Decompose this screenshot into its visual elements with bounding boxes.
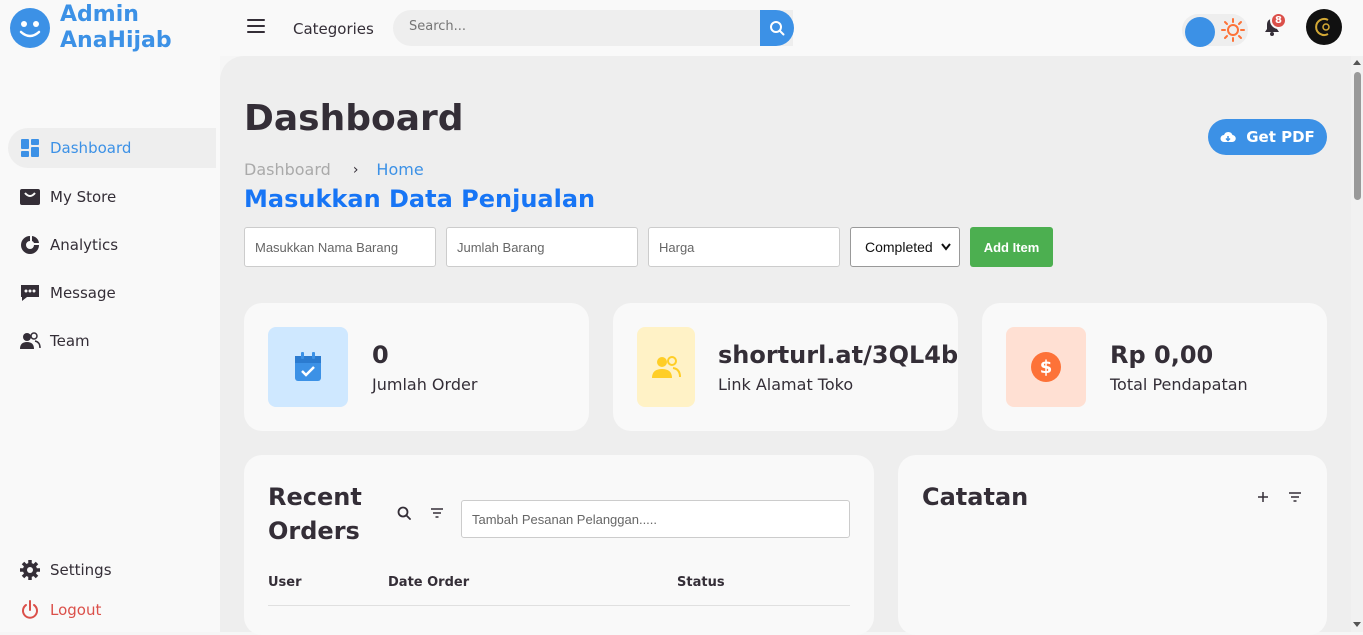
sidebar-item-label: Message — [50, 284, 116, 302]
scroll-up-arrow[interactable] — [1353, 60, 1361, 65]
menu-icon[interactable] — [247, 19, 265, 35]
recent-orders-title-line-2: Orders — [268, 517, 360, 545]
search-button[interactable] — [760, 10, 794, 46]
sales-form-title: Masukkan Data Penjualan — [244, 185, 596, 213]
sidebar-item-my-store[interactable]: My Store — [8, 177, 216, 217]
breadcrumb-home[interactable]: Home — [376, 160, 423, 179]
sidebar-item-label: Settings — [50, 561, 112, 579]
notification-badge: 8 — [1270, 12, 1287, 29]
column-header-date-order: Date Order — [388, 575, 470, 590]
sidebar-item-logout[interactable]: Logout — [8, 590, 216, 630]
smiley-logo-icon — [10, 8, 50, 48]
recent-orders-title-line-1: Recent — [268, 483, 362, 511]
chevron-down-icon — [941, 243, 951, 251]
calendar-check-icon — [268, 327, 348, 407]
store-icon — [19, 186, 41, 208]
card-label: Link Alamat Toko — [718, 375, 854, 394]
card-label: Jumlah Order — [372, 375, 478, 394]
power-icon — [19, 599, 41, 621]
brand-line-1: Admin — [60, 2, 139, 27]
team-icon — [19, 330, 41, 352]
notes-title: Catatan — [922, 483, 1029, 511]
analytics-icon — [19, 234, 41, 256]
brand[interactable]: Admin AnaHijab — [10, 2, 172, 54]
dashboard-icon — [19, 137, 41, 159]
search-input[interactable] — [409, 19, 749, 34]
table-header-divider — [268, 605, 850, 606]
sidebar-item-label: Team — [50, 332, 90, 350]
people-icon — [637, 327, 695, 407]
status-select[interactable]: Completed — [850, 227, 960, 267]
column-header-status: Status — [677, 575, 725, 590]
avatar[interactable] — [1306, 9, 1342, 45]
get-pdf-label: Get PDF — [1246, 128, 1315, 146]
chevron-right-icon: › — [352, 161, 359, 178]
stat-card-orders: 0 Jumlah Order — [244, 303, 589, 431]
sidebar-item-label: Logout — [50, 601, 102, 619]
scroll-thumb[interactable] — [1354, 72, 1361, 200]
sidebar-item-message[interactable]: Message — [8, 273, 216, 313]
status-select-value: Completed — [865, 239, 933, 255]
card-value: 0 — [372, 341, 389, 369]
profile-logo-icon — [1315, 18, 1330, 36]
card-label: Total Pendapatan — [1110, 375, 1248, 394]
quantity-field[interactable]: Jumlah Barang — [446, 227, 638, 267]
filter-icon[interactable] — [1289, 492, 1301, 502]
item-name-field[interactable]: Masukkan Nama Barang — [244, 227, 436, 267]
add-item-button[interactable]: Add Item — [970, 227, 1053, 267]
sidebar-item-label: Analytics — [50, 236, 119, 254]
search-icon — [770, 21, 785, 36]
price-field[interactable]: Harga — [648, 227, 840, 267]
search-icon[interactable] — [397, 506, 411, 520]
sidebar-item-label: My Store — [50, 188, 117, 206]
categories-link[interactable]: Categories — [293, 20, 374, 38]
top-bar: Admin AnaHijab Categories 8 — [0, 0, 1363, 56]
message-icon — [19, 282, 41, 304]
sidebar-item-settings[interactable]: Settings — [8, 550, 216, 590]
dollar-circle-icon: $ — [1006, 327, 1086, 407]
svg-text:$: $ — [1040, 357, 1053, 378]
add-customer-order-input[interactable]: Tambah Pesanan Pelanggan..... — [461, 500, 850, 538]
recent-orders-title: Recent Orders — [268, 480, 362, 548]
sidebar-item-dashboard[interactable]: Dashboard — [8, 128, 216, 168]
breadcrumb: Dashboard › Home — [244, 160, 424, 179]
card-value: Rp 0,00 — [1110, 341, 1214, 369]
sidebar-item-analytics[interactable]: Analytics — [8, 225, 216, 265]
toggle-knob — [1185, 17, 1215, 47]
stat-card-store-link: shorturl.at/3QL4b Link Alamat Toko — [613, 303, 958, 431]
get-pdf-button[interactable]: Get PDF — [1208, 119, 1327, 155]
column-header-user: User — [268, 575, 302, 590]
card-value[interactable]: shorturl.at/3QL4b — [718, 341, 958, 369]
page-title: Dashboard — [244, 98, 464, 139]
gear-icon — [19, 559, 41, 581]
brand-name: Admin AnaHijab — [60, 2, 172, 54]
breadcrumb-dashboard[interactable]: Dashboard — [244, 160, 331, 179]
sidebar-item-team[interactable]: Team — [8, 321, 216, 361]
scroll-down-arrow[interactable] — [1353, 622, 1361, 627]
stat-card-revenue: $ Rp 0,00 Total Pendapatan — [982, 303, 1327, 431]
cloud-download-icon — [1220, 131, 1236, 143]
sun-icon — [1221, 18, 1245, 42]
brand-line-2: AnaHijab — [60, 28, 172, 53]
plus-icon[interactable] — [1257, 491, 1269, 503]
sidebar-item-label: Dashboard — [50, 139, 132, 157]
search-bar — [393, 10, 794, 46]
filter-icon[interactable] — [431, 508, 443, 518]
scrollbar[interactable] — [1351, 56, 1363, 632]
